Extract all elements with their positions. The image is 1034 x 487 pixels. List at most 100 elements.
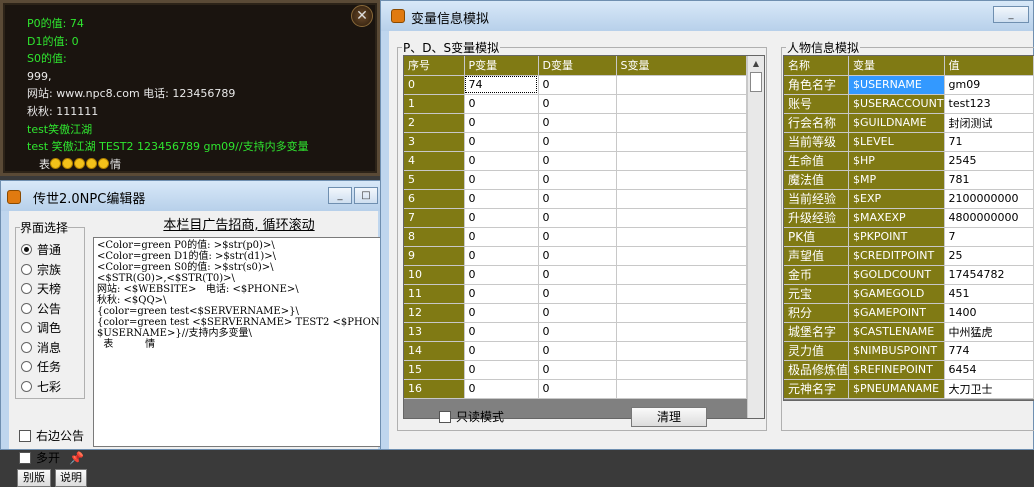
radio-dot[interactable] [21, 380, 32, 392]
table-cell[interactable]: 17454782 [944, 265, 1034, 285]
table-cell[interactable] [616, 75, 747, 95]
table-cell[interactable]: 0 [538, 303, 617, 323]
table-cell[interactable] [616, 94, 747, 114]
table-cell[interactable]: 0 [464, 341, 539, 361]
table-cell[interactable]: 2545 [944, 151, 1034, 171]
table-cell[interactable] [616, 208, 747, 228]
table-row[interactable]: 账号 $USERACCOUNT test123 [784, 94, 1034, 114]
table-cell[interactable]: 0 [464, 379, 539, 399]
table-cell[interactable]: gm09 [944, 75, 1034, 95]
table-cell[interactable]: 0 [464, 246, 539, 266]
table-cell[interactable]: 0 [538, 227, 617, 247]
table-row[interactable]: 800 [404, 227, 747, 247]
radio-6[interactable]: 任务 [21, 358, 61, 375]
checkbox-box[interactable] [19, 451, 31, 464]
table-row[interactable]: 13 0 0 [404, 322, 747, 342]
table-cell[interactable]: 0 [538, 284, 617, 304]
clear-button[interactable]: 清理 [631, 407, 707, 427]
radio-dot[interactable] [21, 302, 32, 314]
minimize-button[interactable]: _ [328, 187, 352, 204]
table-cell[interactable]: 0 [538, 208, 617, 228]
table-row[interactable]: 10 0 0 [404, 265, 747, 285]
table-cell[interactable]: 0 [538, 189, 617, 209]
table-cell[interactable]: 0 [538, 265, 617, 285]
table-cell[interactable] [616, 341, 747, 361]
table-cell[interactable]: 0 [464, 113, 539, 133]
table-cell[interactable]: 0 [538, 246, 617, 266]
table-cell[interactable]: test123 [944, 94, 1034, 114]
radio-0[interactable]: 普通 [21, 241, 61, 258]
table-cell[interactable] [616, 246, 747, 266]
checkbox-box[interactable] [439, 410, 451, 423]
table-cell[interactable]: 0 [464, 227, 539, 247]
scroll-thumb[interactable] [750, 72, 762, 92]
radio-dot[interactable] [21, 341, 32, 353]
var-window-titlebar[interactable]: 变量信息模拟 _ [381, 1, 1033, 31]
column-header[interactable]: 序号 [404, 56, 465, 76]
table-cell[interactable]: 0 [464, 189, 539, 209]
table-row[interactable]: 当前等级 $LEVEL 71 [784, 132, 1034, 152]
radio-dot[interactable] [21, 361, 32, 372]
table-cell[interactable]: 2100000000 [944, 189, 1034, 209]
column-header[interactable]: P变量 [464, 56, 539, 76]
table-row[interactable]: 600 [404, 189, 747, 209]
table-row[interactable]: 200 [404, 113, 747, 133]
table-cell[interactable]: 0 [464, 265, 539, 285]
table-cell[interactable]: 0 [464, 132, 539, 152]
radio-dot[interactable] [21, 263, 32, 275]
person-table[interactable]: 名称 变量值角色名字 $USERNAME gm09 账号 $USERACCOUNT test… [784, 56, 1034, 399]
table-cell[interactable]: 71 [944, 132, 1034, 152]
multi-open-checkbox[interactable]: 多开 📌 [19, 449, 84, 466]
table-row[interactable]: 11 0 0 [404, 284, 747, 304]
radio-dot[interactable] [21, 244, 32, 255]
table-row[interactable]: 当前经验 $EXP 2100000000 [784, 189, 1034, 209]
radio-7[interactable]: 七彩 [21, 378, 61, 395]
table-row[interactable]: PK值 $PKPOINT 7 [784, 227, 1034, 247]
table-row[interactable]: 极品修炼值 $REFINEPOINT 6454 [784, 360, 1034, 380]
table-row[interactable]: 积分 $GAMEPOINT 1400 [784, 303, 1034, 323]
table-row[interactable]: 声望值 $CREDITPOINT 25 [784, 246, 1034, 266]
table-cell[interactable]: 0 [538, 360, 617, 380]
table-row[interactable]: 元宝 $GAMEGOLD 451 [784, 284, 1034, 304]
table-row[interactable]: 金币 $GOLDCOUNT 17454782 [784, 265, 1034, 285]
table-row[interactable]: 城堡名字 $CASTLENAME 中州猛虎 [784, 322, 1034, 342]
radio-dot[interactable] [21, 322, 32, 333]
table-cell[interactable]: 大刀卫士 [944, 379, 1034, 399]
table-row[interactable]: 灵力值 $NIMBUSPOINT 774 [784, 341, 1034, 361]
table-cell[interactable]: 4800000000 [944, 208, 1034, 228]
table-cell[interactable]: 0 [464, 322, 539, 342]
table-cell[interactable] [616, 227, 747, 247]
table-row[interactable]: 400 [404, 151, 747, 171]
table-cell[interactable]: 6454 [944, 360, 1034, 380]
table-cell[interactable]: 封闭测试 [944, 113, 1034, 133]
pds-table[interactable]: 序号 P变量 D变量 S变量 0 74 0 1 0 0 2 0 0 3 0 0 4 0 0 5 0 0 6 0 0 7 0 0 8 0 0 9… [404, 56, 747, 399]
radio-1[interactable]: 宗族 [21, 261, 61, 278]
table-cell[interactable]: 1400 [944, 303, 1034, 323]
table-row[interactable]: 行会名称 $GUILDNAME 封闭测试 [784, 113, 1034, 133]
table-cell[interactable]: 0 [538, 132, 617, 152]
table-cell[interactable] [616, 132, 747, 152]
table-cell[interactable]: 781 [944, 170, 1034, 190]
column-header[interactable]: D变量 [538, 56, 617, 76]
table-cell[interactable] [616, 113, 747, 133]
table-cell[interactable]: 中州猛虎 [944, 322, 1034, 342]
person-grid[interactable]: 名称 变量值角色名字 $USERNAME gm09 账号 $USERACCOUNT test… [783, 55, 1034, 401]
table-row[interactable]: 14 0 0 [404, 341, 747, 361]
pin-icon[interactable]: 📌 [69, 451, 84, 465]
table-row[interactable]: 500 [404, 170, 747, 190]
table-row[interactable]: 12 0 0 [404, 303, 747, 323]
table-row[interactable]: 0 74 0 [404, 75, 747, 95]
table-cell[interactable] [616, 189, 747, 209]
table-cell[interactable]: 774 [944, 341, 1034, 361]
table-cell[interactable]: 0 [538, 379, 617, 399]
right-notice-checkbox[interactable]: 右边公告 [19, 427, 84, 444]
script-editor[interactable]: <Color=green P0的值: >$str(p0)>\ <Color=gr… [93, 237, 385, 447]
close-icon[interactable]: ✕ [351, 5, 373, 27]
table-cell[interactable]: 0 [538, 170, 617, 190]
radio-dot[interactable] [21, 283, 32, 294]
table-row[interactable]: 魔法值 $MP 781 [784, 170, 1034, 190]
table-row[interactable]: 16 0 0 [404, 379, 747, 399]
table-row[interactable]: 角色名字 $USERNAME gm09 [784, 75, 1034, 95]
column-header[interactable]: 变量 [848, 56, 945, 76]
radio-5[interactable]: 消息 [21, 339, 61, 356]
